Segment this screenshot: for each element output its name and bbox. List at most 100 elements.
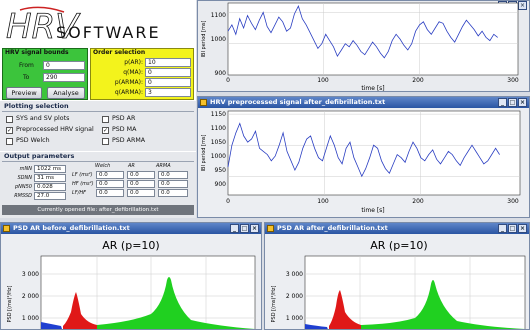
- order-input-p-arma[interactable]: 0: [145, 78, 191, 87]
- psd-before-minimize-button[interactable]: _: [230, 224, 239, 233]
- mid-ytick-3: 1000: [211, 153, 226, 160]
- param-label-lf: LF (ms²): [72, 172, 93, 178]
- psd-after-ytick-0: 3 000: [286, 271, 303, 278]
- output-title: Output parameters: [4, 152, 75, 160]
- order-input-p-ar[interactable]: 10: [145, 58, 191, 67]
- psd-before-ytick-1: 2 000: [22, 293, 39, 300]
- psd-after-titlebar[interactable]: PSD AR after_defibrillation.txt _ □ ×: [265, 223, 529, 234]
- mid-xlabel: time [s]: [361, 207, 384, 214]
- order-input-q-ma[interactable]: 0: [145, 68, 191, 77]
- preview-button[interactable]: Preview: [6, 87, 42, 99]
- psd-before-plot: AR (p=10) 3 000 2 000 1 000 PSD [(ms)²/H…: [7, 239, 256, 329]
- to-input[interactable]: 290: [43, 73, 85, 82]
- mid-ylabel: IBI period [ms]: [201, 135, 207, 172]
- analyse-button[interactable]: Analyse: [47, 87, 85, 99]
- to-label: To: [23, 74, 30, 81]
- app-logo: HRV SOFTWARE: [0, 0, 196, 48]
- output-parameters-panel: Output parameters Welch AR ARMA mNN 1022…: [0, 152, 196, 218]
- col-head-arma: ARMA: [156, 163, 171, 169]
- label-psd-ma: PSD MA: [112, 126, 137, 133]
- top-xtick-3: 300: [507, 77, 519, 84]
- mid-ytick-2: 1050: [211, 139, 226, 146]
- top-ytick-0: 1100: [211, 12, 226, 19]
- order-label-1: q(MA):: [123, 69, 143, 76]
- top-xtick-1: 100: [317, 77, 329, 84]
- mid-xtick-1: 100: [317, 198, 329, 205]
- top-ytick-2: 900: [215, 70, 227, 77]
- mid-xtick-0: 0: [226, 198, 230, 205]
- order-label-2: p(ARMA):: [114, 79, 143, 86]
- param-label-hf: HF (ms²): [72, 181, 94, 187]
- psd-after-ytick-1: 2 000: [286, 293, 303, 300]
- param-label-pnn50: pNN50: [14, 184, 32, 190]
- logo-graphic: HRV SOFTWARE: [6, 7, 161, 48]
- mid-ytick-0: 1150: [211, 111, 226, 118]
- hrv-bounds-panel: HRV signal bounds From 0 To 290 Preview …: [2, 48, 88, 100]
- top-signal-window: _ □ × 1100 1000 900 0 100 200 300 time […: [197, 0, 530, 92]
- top-xtick-0: 0: [226, 77, 230, 84]
- top-xtick-2: 200: [412, 77, 424, 84]
- plotting-divider: [2, 111, 194, 112]
- lfhf-arma: 0.0: [158, 189, 188, 197]
- mid-xtick-3: 300: [507, 198, 519, 205]
- psd-before-close-button[interactable]: ×: [250, 224, 259, 233]
- hf-welch: 0.0: [96, 180, 124, 188]
- lf-ar: 0.0: [127, 171, 155, 179]
- param-value-sdnn: 31 ms: [34, 174, 66, 182]
- order-label-0: p(AR):: [124, 59, 143, 66]
- param-value-pnn50: 0.028: [34, 183, 66, 191]
- mid-ytick-4: 950: [215, 167, 227, 174]
- psd-after-ylabel: PSD [(ms)²/Hz]: [271, 285, 277, 322]
- psd-after-plot-title: AR (p=10): [370, 239, 427, 252]
- lfhf-ar: 0.0: [127, 189, 155, 197]
- top-ylabel: IBI period [ms]: [201, 21, 207, 58]
- mid-ytick-1: 1100: [211, 125, 226, 132]
- label-psd-arma: PSD ARMA: [112, 137, 146, 144]
- checkbox-sys-sv[interactable]: [6, 116, 13, 123]
- from-input[interactable]: 0: [43, 61, 85, 70]
- app-window-icon: [267, 225, 274, 232]
- param-label-lfhf: LF/HF: [72, 190, 86, 196]
- checkbox-psd-ma[interactable]: ✓: [102, 127, 109, 134]
- from-label: From: [19, 62, 34, 69]
- checkbox-preprocessed[interactable]: ✓: [6, 127, 13, 134]
- checkbox-psd-arma[interactable]: [102, 138, 109, 145]
- plotting-selection-panel: Plotting selection SYS and SV plots PSD …: [0, 101, 196, 151]
- psd-after-window: PSD AR after_defibrillation.txt _ □ × AR…: [264, 222, 530, 330]
- label-psd-ar: PSD AR: [112, 115, 136, 122]
- app-window-icon: [200, 99, 207, 106]
- checkbox-psd-ar[interactable]: [102, 116, 109, 123]
- logo-word: SOFTWARE: [56, 23, 161, 42]
- app-window-icon: [3, 225, 10, 232]
- param-value-rmssd: 27.0: [34, 192, 66, 200]
- mid-close-button[interactable]: ×: [518, 98, 527, 107]
- order-input-q-arma[interactable]: 3: [145, 88, 191, 97]
- mid-ytick-5: 900: [215, 181, 227, 188]
- lf-welch: 0.0: [96, 171, 124, 179]
- psd-after-minimize-button[interactable]: _: [498, 224, 507, 233]
- param-label-rmssd: RMSSD: [14, 193, 32, 199]
- psd-after-close-button[interactable]: ×: [518, 224, 527, 233]
- mid-minimize-button[interactable]: _: [498, 98, 507, 107]
- col-head-ar: AR: [128, 163, 135, 169]
- mid-maximize-button[interactable]: □: [508, 98, 517, 107]
- lf-arma: 0.0: [158, 171, 188, 179]
- psd-before-title: PSD AR before_defibrillation.txt: [13, 224, 130, 232]
- psd-before-window: PSD AR before_defibrillation.txt _ □ × A…: [0, 222, 262, 330]
- param-value-mnn: 1022 ms: [34, 165, 66, 173]
- preprocessed-titlebar[interactable]: HRV preprocessed signal after_defibrilla…: [198, 97, 529, 108]
- psd-before-titlebar[interactable]: PSD AR before_defibrillation.txt _ □ ×: [1, 223, 261, 234]
- psd-before-maximize-button[interactable]: □: [240, 224, 249, 233]
- psd-before-plot-title: AR (p=10): [102, 239, 159, 252]
- checkbox-psd-welch[interactable]: [6, 138, 13, 145]
- output-divider: [2, 161, 194, 162]
- label-preprocessed: Preprocessed HRV signal: [16, 126, 94, 133]
- mid-xtick-2: 200: [412, 198, 424, 205]
- top-signal-plot: 1100 1000 900 0 100 200 300 time [s] IBI…: [201, 2, 519, 91]
- hrv-bounds-title: HRV signal bounds: [5, 49, 69, 56]
- lfhf-welch: 0.0: [96, 189, 124, 197]
- status-bar: Currently opened file: after_defibrillat…: [2, 205, 194, 215]
- control-panel: HRV SOFTWARE HRV signal bounds From 0 To…: [0, 0, 196, 218]
- psd-after-maximize-button[interactable]: □: [508, 224, 517, 233]
- param-label-sdnn: SDNN: [17, 175, 32, 181]
